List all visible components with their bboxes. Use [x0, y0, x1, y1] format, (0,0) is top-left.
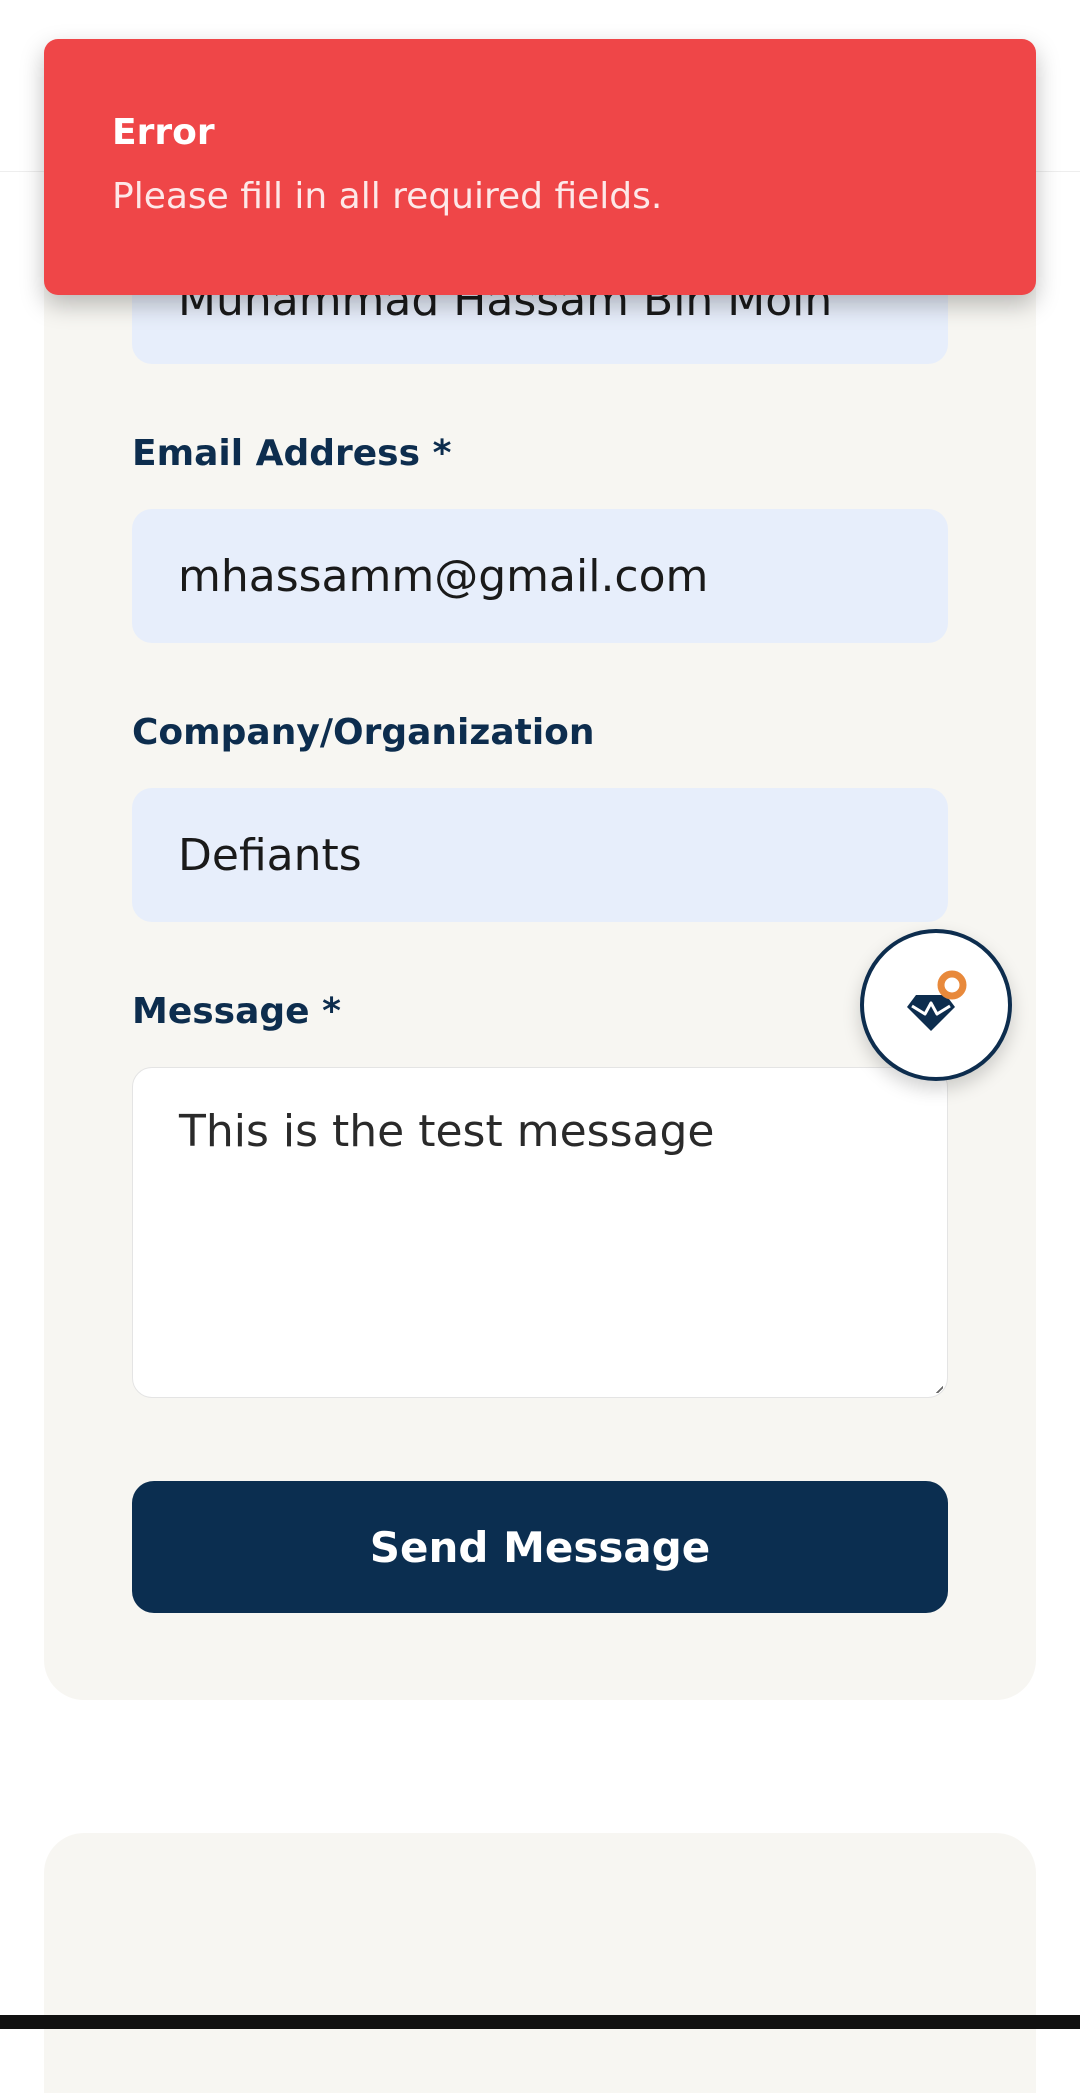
message-text: This is the test message	[179, 1106, 715, 1157]
email-input[interactable]: mhassamm@gmail.com	[132, 509, 948, 643]
company-input[interactable]: Defiants	[132, 788, 948, 922]
send-message-button[interactable]: Send Message	[132, 1481, 948, 1613]
email-label: Email Address *	[132, 433, 452, 474]
secondary-card	[44, 1833, 1036, 2093]
error-title: Error	[112, 112, 215, 153]
bottom-system-bar	[0, 2015, 1080, 2029]
message-textarea[interactable]: This is the test message	[132, 1067, 948, 1398]
error-message: Please fill in all required fields.	[112, 176, 663, 217]
floating-action-button[interactable]	[860, 929, 1012, 1081]
error-toast: Error Please fill in all required fields…	[44, 39, 1036, 295]
company-label: Company/Organization	[132, 712, 595, 753]
contact-form-card	[44, 150, 1036, 1700]
resize-handle[interactable]	[935, 1385, 943, 1393]
message-label: Message *	[132, 991, 341, 1032]
diamond-location-icon	[907, 970, 967, 1031]
